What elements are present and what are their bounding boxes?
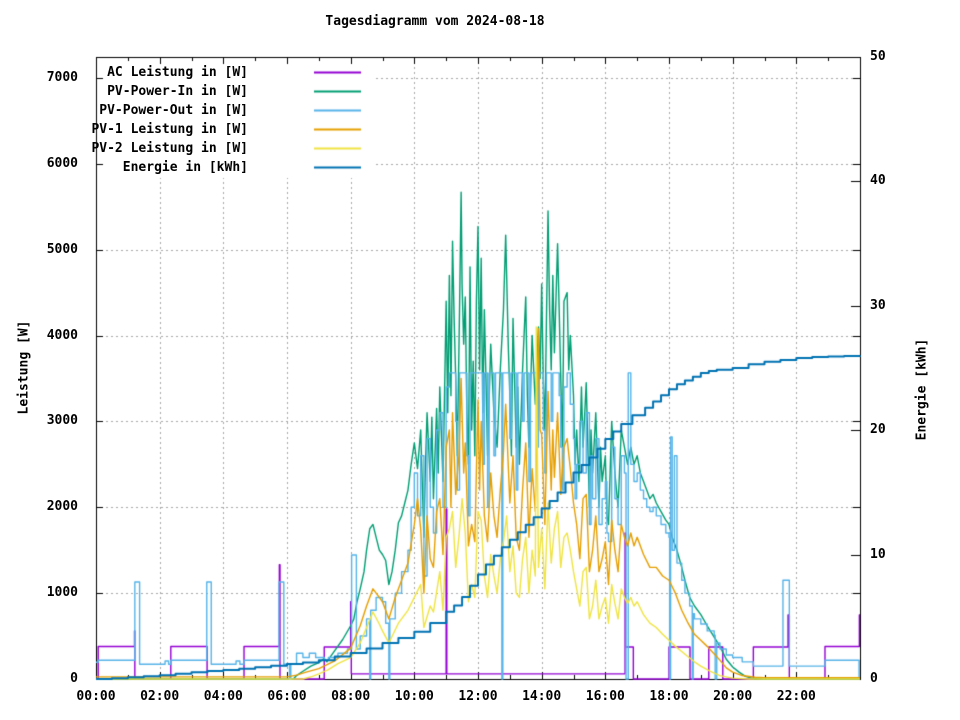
- x-tick-label: 18:00: [649, 689, 689, 704]
- y1-axis-title: Leistung [W]: [16, 320, 32, 415]
- y1-tick-label: 7000: [46, 69, 78, 85]
- y2-tick-label: 40: [870, 173, 886, 189]
- tagesdiagramm-chart: Tagesdiagramm vom 2024-08-18 Leistung [W…: [0, 0, 960, 720]
- x-tick-label: 02:00: [140, 689, 180, 704]
- y2-tick-label: 30: [870, 297, 886, 313]
- x-tick-label: 12:00: [458, 689, 498, 704]
- x-tick-label: 10:00: [394, 689, 434, 704]
- x-tick-label: 06:00: [267, 689, 307, 704]
- legend-label: PV-2 Leistung in [W]: [91, 141, 248, 156]
- legend-label: PV-1 Leistung in [W]: [91, 122, 248, 137]
- x-tick-label: 20:00: [713, 689, 753, 704]
- legend-item-pv2-leistung: PV-2 Leistung in [W]: [0, 141, 248, 157]
- legend-item-pv-power-out: PV-Power-Out in [W]: [0, 103, 248, 119]
- y1-tick-label: 4000: [46, 327, 78, 343]
- y1-tick-label: 0: [70, 671, 78, 686]
- legend-label: AC Leistung in [W]: [107, 65, 248, 80]
- y2-tick-label: 50: [870, 49, 886, 64]
- y1-tick-label: 6000: [46, 155, 78, 171]
- y1-tick-label: 3000: [46, 413, 78, 429]
- x-tick-label: 00:00: [76, 689, 116, 704]
- legend-label: Energie in [kWh]: [122, 160, 248, 175]
- x-tick-label: 22:00: [776, 689, 816, 704]
- legend-item-pv-power-in: PV-Power-In in [W]: [0, 84, 248, 100]
- y2-tick-label: 0: [870, 671, 878, 686]
- x-tick-label: 14:00: [522, 689, 562, 704]
- y1-tick-label: 5000: [46, 241, 78, 257]
- y2-tick-label: 20: [870, 422, 886, 438]
- x-tick-label: 08:00: [331, 689, 371, 704]
- chart-title: Tagesdiagramm vom 2024-08-18: [325, 14, 545, 29]
- x-tick-label: 16:00: [585, 689, 625, 704]
- legend-label: PV-Power-Out in [W]: [99, 103, 248, 118]
- legend-item-pv1-leistung: PV-1 Leistung in [W]: [0, 122, 248, 138]
- legend-label: PV-Power-In in [W]: [107, 84, 248, 99]
- x-tick-label: 04:00: [203, 689, 243, 704]
- y2-tick-label: 10: [870, 546, 886, 562]
- y1-tick-label: 1000: [46, 585, 78, 601]
- y2-axis-title: Energie [kWh]: [914, 338, 930, 441]
- y1-tick-label: 2000: [46, 499, 78, 515]
